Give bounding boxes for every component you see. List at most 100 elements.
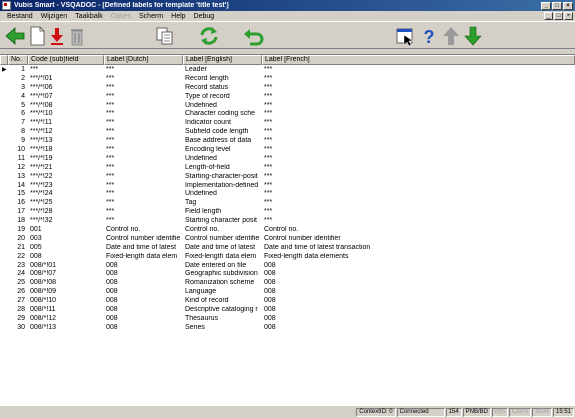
table-row[interactable]: 25 008/*!08 008 Romanization scheme 008 bbox=[0, 279, 575, 288]
cell-no: 29 bbox=[17, 314, 25, 322]
cell-label-english: Control no. bbox=[185, 226, 220, 234]
header-code[interactable]: Code (sub)field bbox=[28, 55, 104, 65]
cell-label-french: *** bbox=[264, 119, 273, 127]
mdi-close-button[interactable]: × bbox=[564, 12, 573, 20]
table-row[interactable]: 30 008/*!13 008 Series 008 bbox=[0, 324, 575, 333]
menu-scherm[interactable]: Scherm bbox=[135, 13, 167, 20]
row-marker bbox=[0, 324, 8, 333]
table-row[interactable]: 6 ***/*!10 *** Character coding sche *** bbox=[0, 110, 575, 119]
trash-icon[interactable] bbox=[66, 25, 88, 47]
menu-help[interactable]: Help bbox=[167, 13, 189, 20]
new-document-icon[interactable] bbox=[26, 25, 48, 47]
cell-code: ***/*!32 bbox=[30, 217, 53, 225]
minimize-button[interactable]: _ bbox=[541, 1, 551, 10]
row-marker bbox=[0, 244, 8, 253]
cell-no: 13 bbox=[17, 172, 25, 180]
table-row[interactable]: 12 ***/*!21 *** Length-of-field *** bbox=[0, 164, 575, 173]
table-row[interactable]: 18 ***/*!32 *** Starting character posit *** bbox=[0, 217, 575, 226]
cell-label-french: *** bbox=[264, 101, 273, 109]
up-arrow-icon[interactable] bbox=[440, 25, 462, 47]
cell-no: 14 bbox=[17, 181, 25, 189]
table-row[interactable]: 15 ***/*!24 *** Undefined *** bbox=[0, 190, 575, 199]
table-row[interactable]: 28 008/*!11 008 Descriptive cataloging r 008 bbox=[0, 306, 575, 315]
mdi-restore-button[interactable]: □ bbox=[554, 12, 563, 20]
download-arrow-icon[interactable] bbox=[46, 25, 68, 47]
header-label-english[interactable]: Label [English] bbox=[183, 55, 262, 65]
menu-wijzigen[interactable]: Wijzigen bbox=[37, 13, 71, 20]
app-icon[interactable] bbox=[2, 1, 11, 10]
mdi-minimize-button[interactable]: _ bbox=[544, 12, 553, 20]
cell-code: 008/*!12 bbox=[30, 314, 57, 322]
cell-label-english: Control number identifie bbox=[185, 234, 260, 242]
table-row[interactable]: 2 ***/*!01 *** Record length *** bbox=[0, 75, 575, 84]
table-row[interactable]: 10 ***/*!18 *** Encoding level *** bbox=[0, 146, 575, 155]
row-marker bbox=[0, 128, 8, 137]
window-select-icon[interactable] bbox=[394, 25, 416, 47]
row-marker bbox=[0, 164, 8, 173]
table-row[interactable]: 17 ***/*!28 *** Field length *** bbox=[0, 208, 575, 217]
table-row[interactable]: 20 003 Control number identifie Control num… bbox=[0, 235, 575, 244]
cell-label-dutch: *** bbox=[106, 181, 115, 189]
cell-label-dutch: *** bbox=[106, 146, 115, 154]
table-row[interactable]: 8 ***/*!12 *** Subfield code length *** bbox=[0, 128, 575, 137]
row-marker bbox=[0, 102, 8, 111]
cell-label-english: Encoding level bbox=[185, 146, 231, 154]
down-arrow-icon[interactable] bbox=[462, 25, 484, 47]
table-row[interactable]: 14 ***/*!23 *** Implementation-defined *** bbox=[0, 182, 575, 191]
row-marker bbox=[0, 253, 8, 262]
table-row[interactable]: 21 005 Date and time of latest Date and tim… bbox=[0, 244, 575, 253]
table-row[interactable]: 11 ***/*!19 *** Undefined *** bbox=[0, 155, 575, 164]
row-marker bbox=[0, 288, 8, 297]
table-row[interactable]: 3 ***/*!06 *** Record status *** bbox=[0, 84, 575, 93]
table-row[interactable]: 5 ***/*!08 *** Undefined *** bbox=[0, 102, 575, 111]
title-bar: Vubis Smart - VSQADOC - [Defined labels … bbox=[0, 0, 575, 11]
table-row[interactable]: 13 ***/*!22 *** Starting-character-posit *** bbox=[0, 173, 575, 182]
table-row[interactable]: 19 001 Control no. Control no. Control no. bbox=[0, 226, 575, 235]
table-row[interactable]: 22 008 Fixed-length data elem Fixed-length … bbox=[0, 253, 575, 262]
cell-label-english: Descriptive cataloging r bbox=[185, 306, 258, 314]
table-row[interactable]: 23 008/*!01 008 Date entered on file 008 bbox=[0, 262, 575, 271]
table-row[interactable]: ▶ 1 *** *** Leader *** bbox=[0, 66, 575, 75]
cell-label-english: Type of record bbox=[185, 92, 230, 100]
row-marker bbox=[0, 217, 8, 226]
table-row[interactable]: 16 ***/*!25 *** Tag *** bbox=[0, 199, 575, 208]
back-arrow-icon[interactable] bbox=[4, 25, 26, 47]
cell-code: 008/*!07 bbox=[30, 270, 57, 278]
table-row[interactable]: 7 ***/*!11 *** Indicator count *** bbox=[0, 119, 575, 128]
cell-code: ***/*!13 bbox=[30, 137, 53, 145]
row-marker bbox=[0, 315, 8, 324]
table-row[interactable]: 9 ***/*!13 *** Base address of data *** bbox=[0, 137, 575, 146]
table-body: ▶ 1 *** *** Leader *** 2 ***/*!01 *** Record leng… bbox=[0, 66, 575, 333]
table-row[interactable]: 4 ***/*!07 *** Type of record *** bbox=[0, 93, 575, 102]
cell-no: 18 bbox=[17, 217, 25, 225]
table-row[interactable]: 29 008/*!12 008 Thesaurus 008 bbox=[0, 315, 575, 324]
table-row[interactable]: 27 008/*!10 008 Kind of record 008 bbox=[0, 297, 575, 306]
cell-no: 11 bbox=[17, 154, 25, 162]
cell-label-dutch: *** bbox=[106, 110, 115, 118]
menu-opties[interactable]: Opties bbox=[107, 13, 135, 20]
help-icon[interactable]: ? bbox=[418, 25, 440, 47]
refresh-icon[interactable] bbox=[198, 25, 220, 47]
cell-no: 5 bbox=[21, 101, 25, 109]
cell-label-dutch: *** bbox=[106, 154, 115, 162]
cell-label-english: Starting character posit bbox=[185, 217, 257, 225]
undo-icon[interactable] bbox=[242, 25, 264, 47]
copy-icon[interactable] bbox=[154, 25, 176, 47]
maximize-button[interactable]: □ bbox=[552, 1, 562, 10]
table-row[interactable]: 26 008/*!09 008 Language 008 bbox=[0, 288, 575, 297]
cell-label-english: Record status bbox=[185, 83, 229, 91]
cell-label-french: *** bbox=[264, 199, 273, 207]
menu-bestand[interactable]: Bestand bbox=[3, 13, 37, 20]
header-label-dutch[interactable]: Label [Dutch] bbox=[104, 55, 183, 65]
close-button[interactable]: × bbox=[563, 1, 573, 10]
cell-label-french: Date and time of latest transaction bbox=[264, 243, 371, 251]
table-row[interactable]: 24 008/*!07 008 Geographic subdivision 008 bbox=[0, 270, 575, 279]
header-no[interactable]: No. bbox=[8, 55, 28, 65]
header-label-french[interactable]: Label [French] bbox=[262, 55, 575, 65]
cell-label-french: *** bbox=[264, 181, 273, 189]
menu-taakbalk[interactable]: Taakbalk bbox=[71, 13, 107, 20]
menu-debug[interactable]: Debug bbox=[190, 13, 219, 20]
cell-code: 001 bbox=[30, 226, 42, 234]
cell-label-french: *** bbox=[264, 110, 273, 118]
cell-label-dutch: Control no. bbox=[106, 226, 141, 234]
